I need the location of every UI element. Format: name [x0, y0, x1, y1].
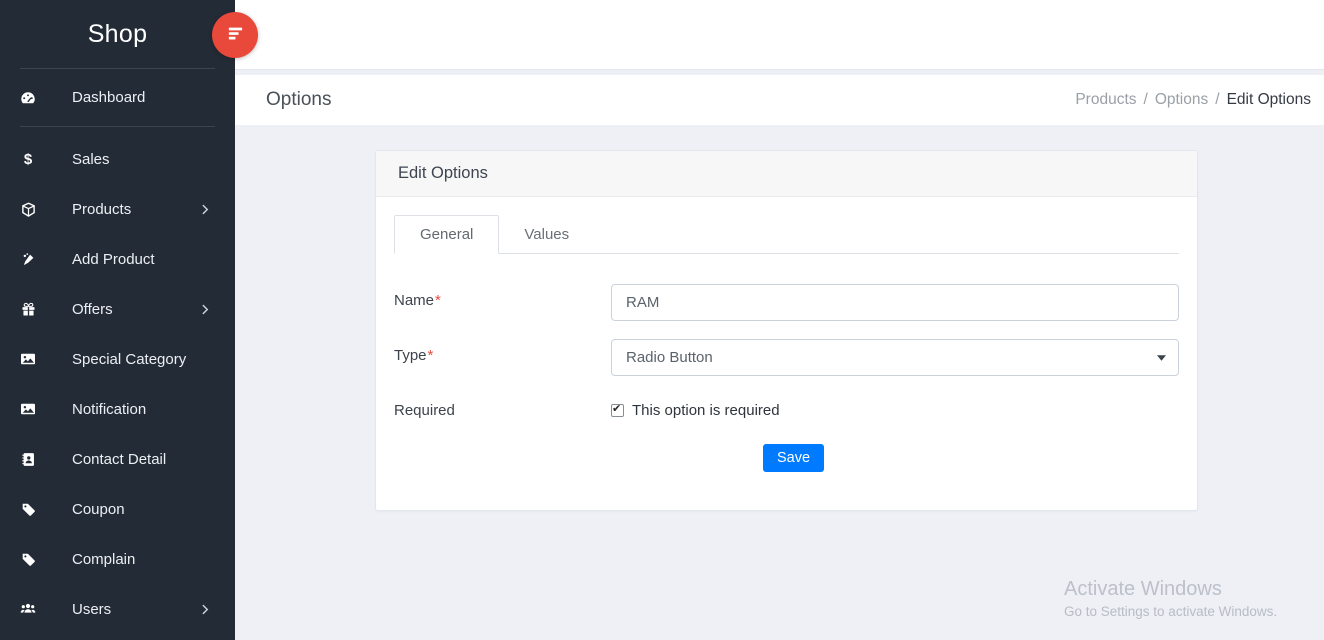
- tab-general[interactable]: General: [394, 215, 499, 254]
- card-title: Edit Options: [376, 151, 1197, 197]
- edit-options-card: Edit Options General Values Name* T: [375, 150, 1198, 511]
- sidebar-item-coupon[interactable]: Coupon: [0, 484, 235, 534]
- sidebar-toggle-button[interactable]: [212, 12, 258, 58]
- card-body: General Values Name* Type*: [376, 197, 1197, 510]
- type-label: Type*: [394, 339, 611, 376]
- divider: [20, 126, 215, 127]
- main-content: Edit Options General Values Name* T: [235, 125, 1324, 640]
- type-select-value: Radio Button: [626, 349, 713, 366]
- users-icon: [18, 601, 38, 617]
- sidebar-item-add-product[interactable]: Add Product: [0, 234, 235, 284]
- breadcrumb-bar: Options Products / Options / Edit Option…: [235, 75, 1324, 125]
- tab-values[interactable]: Values: [499, 215, 594, 254]
- sidebar-item-offers[interactable]: Offers: [0, 284, 235, 334]
- sidebar-item-label: Dashboard: [72, 89, 145, 106]
- sidebar-item-complain[interactable]: Complain: [0, 534, 235, 584]
- gift-icon: [18, 302, 38, 317]
- chevron-right-icon: [202, 604, 209, 615]
- sidebar-item-label: Notification: [72, 401, 146, 418]
- save-button[interactable]: Save: [763, 444, 824, 472]
- form-row-name: Name*: [394, 284, 1179, 321]
- sidebar-item-label: Sales: [72, 151, 110, 168]
- edit-option-form: Name* Type* Radio Button: [394, 284, 1179, 472]
- sidebar-item-label: Offers: [72, 301, 113, 318]
- sidebar-item-notification[interactable]: Notification: [0, 384, 235, 434]
- sidebar-item-label: Special Category: [72, 351, 186, 368]
- type-select[interactable]: Radio Button: [611, 339, 1179, 376]
- topbar: [235, 0, 1324, 70]
- name-input[interactable]: [611, 284, 1179, 321]
- form-row-type: Type* Radio Button: [394, 339, 1179, 376]
- breadcrumb-current: Edit Options: [1227, 91, 1311, 109]
- chevron-right-icon: [202, 304, 209, 315]
- sidebar-item-label: Coupon: [72, 501, 125, 518]
- sidebar-item-contact-detail[interactable]: Contact Detail: [0, 434, 235, 484]
- chevron-right-icon: [202, 204, 209, 215]
- sidebar-item-users[interactable]: Users: [0, 584, 235, 634]
- image-icon: [18, 401, 38, 417]
- breadcrumb-separator: /: [1144, 91, 1148, 109]
- required-marker: *: [428, 347, 434, 364]
- name-label: Name*: [394, 284, 611, 321]
- page-title: Options: [266, 89, 331, 111]
- sidebar: Shop Dashboard $ Sales Products Add Prod…: [0, 0, 235, 640]
- save-row: Save: [394, 444, 1179, 472]
- required-checkbox[interactable]: [611, 404, 624, 417]
- form-row-required: Required This option is required: [394, 394, 1179, 419]
- sidebar-item-label: Users: [72, 601, 111, 618]
- cube-icon: [18, 202, 38, 217]
- app-title: Shop: [0, 0, 235, 68]
- breadcrumb-products-link[interactable]: Products: [1075, 91, 1136, 109]
- tag-icon: [18, 502, 38, 517]
- caret-down-icon: [1157, 355, 1166, 361]
- sidebar-item-special-category[interactable]: Special Category: [0, 334, 235, 384]
- sidebar-item-products[interactable]: Products: [0, 184, 235, 234]
- breadcrumb: Products / Options / Edit Options: [1075, 91, 1311, 109]
- sidebar-item-label: Add Product: [72, 251, 155, 268]
- tab-bar: General Values: [394, 215, 1179, 254]
- required-label: Required: [394, 394, 611, 419]
- required-checkbox-label: This option is required: [632, 402, 780, 419]
- sidebar-item-dashboard[interactable]: Dashboard: [0, 69, 235, 126]
- dollar-icon: $: [18, 151, 38, 168]
- image-icon: [18, 351, 38, 367]
- sidebar-item-label: Complain: [72, 551, 135, 568]
- sidebar-item-label: Products: [72, 201, 131, 218]
- address-book-icon: [18, 452, 38, 467]
- tag-icon: [18, 552, 38, 567]
- breadcrumb-separator: /: [1215, 91, 1219, 109]
- pen-icon: [18, 252, 38, 267]
- list-icon: [226, 24, 245, 46]
- required-marker: *: [435, 292, 441, 309]
- sidebar-item-label: Contact Detail: [72, 451, 166, 468]
- dashboard-icon: [18, 90, 38, 106]
- breadcrumb-options-link[interactable]: Options: [1155, 91, 1208, 109]
- sidebar-item-sales[interactable]: $ Sales: [0, 134, 235, 184]
